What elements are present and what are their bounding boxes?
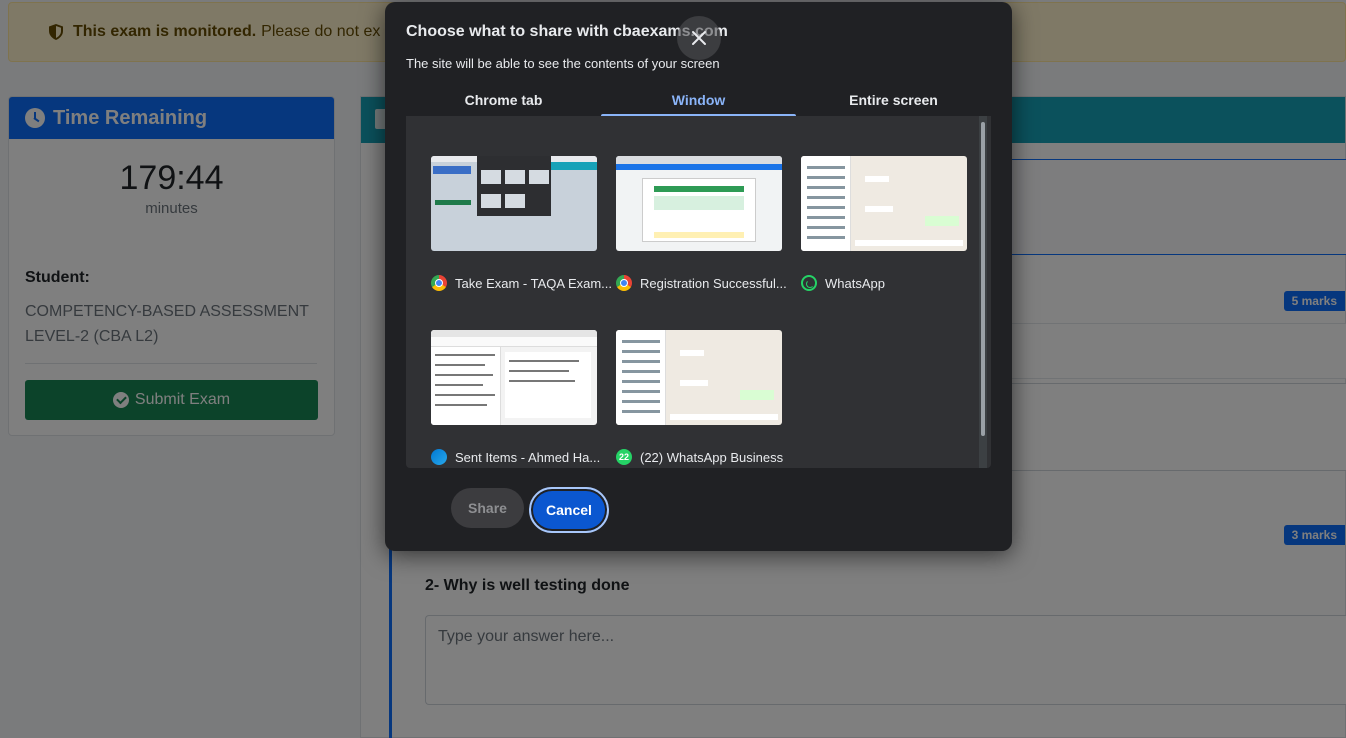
close-icon (692, 31, 706, 45)
outlook-icon (431, 449, 447, 465)
close-button[interactable] (677, 16, 721, 60)
window-option[interactable]: Registration Successful... (616, 156, 787, 291)
window-label: Sent Items - Ahmed Ha... (431, 449, 601, 465)
window-title: Take Exam - TAQA Exam... (455, 275, 613, 291)
window-option[interactable]: 22 (22) WhatsApp Business (616, 330, 784, 465)
share-screen-dialog: Choose what to share with cbaexams.com T… (385, 2, 1012, 551)
window-title: Registration Successful... (640, 275, 787, 291)
window-label: WhatsApp (801, 275, 967, 291)
tab-entire-screen[interactable]: Entire screen (796, 86, 991, 116)
window-option[interactable]: Sent Items - Ahmed Ha... (431, 330, 601, 465)
window-thumbnail (616, 330, 782, 425)
chrome-icon (616, 275, 632, 291)
whatsapp-business-icon: 22 (616, 449, 632, 465)
whatsapp-icon (801, 275, 817, 291)
window-option[interactable]: Take Exam - TAQA Exam... (431, 156, 612, 291)
window-thumbnail (431, 156, 597, 251)
window-thumbnail (801, 156, 967, 251)
window-title: WhatsApp (825, 275, 885, 291)
window-thumbnail (616, 156, 782, 251)
window-label: 22 (22) WhatsApp Business (616, 449, 784, 465)
tab-window[interactable]: Window (601, 86, 796, 117)
window-title: Sent Items - Ahmed Ha... (455, 449, 601, 465)
window-thumbnail (431, 330, 597, 425)
dialog-subtitle: The site will be able to see the content… (406, 56, 720, 71)
cancel-button[interactable]: Cancel (529, 487, 609, 533)
window-option[interactable]: WhatsApp (801, 156, 967, 291)
window-label: Take Exam - TAQA Exam... (431, 275, 612, 291)
scrollbar-thumb[interactable] (981, 122, 985, 436)
tab-chrome-tab[interactable]: Chrome tab (406, 86, 601, 116)
share-button[interactable]: Share (451, 488, 524, 528)
window-grid: Take Exam - TAQA Exam... Registration Su… (406, 116, 991, 468)
share-tabs: Chrome tab Window Entire screen (406, 86, 991, 117)
chrome-icon (431, 275, 447, 291)
window-title: (22) WhatsApp Business (640, 449, 784, 465)
window-label: Registration Successful... (616, 275, 787, 291)
